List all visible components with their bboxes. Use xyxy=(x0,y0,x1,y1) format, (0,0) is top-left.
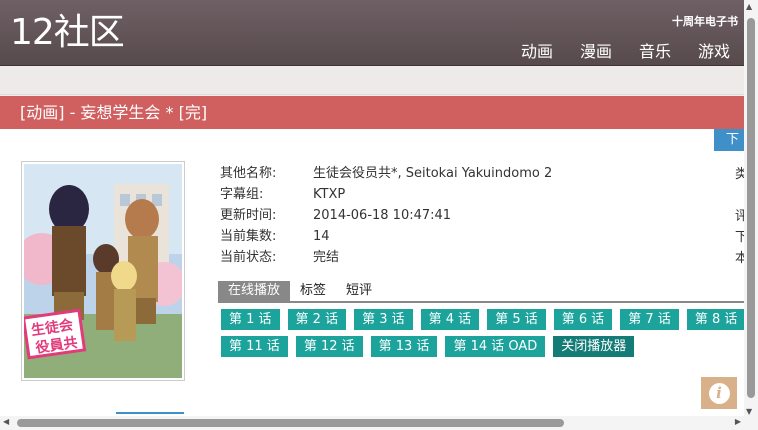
scroll-left-arrow-icon[interactable]: ◀ xyxy=(3,417,9,426)
nav-music[interactable]: 音乐 xyxy=(639,38,671,62)
page-title-bar: [动画] - 妄想学生会 * [完] xyxy=(0,96,744,129)
info-icon[interactable]: i xyxy=(701,377,737,409)
main-nav: 动画 漫画 音乐 游戏 xyxy=(521,38,730,62)
site-logo[interactable]: 12社区 xyxy=(10,13,125,53)
poster-image: 生徒会 役員共 xyxy=(24,164,182,378)
episode-button[interactable]: 第 5 话 xyxy=(487,309,546,330)
detail-value: KTXP xyxy=(313,187,346,202)
scroll-up-arrow-icon[interactable]: ▲ xyxy=(746,2,752,11)
vertical-scroll-thumb[interactable] xyxy=(747,18,755,398)
blue-underline xyxy=(116,412,184,414)
detail-value: 生徒会役员共*, Seitokai Yakuindomo 2 xyxy=(313,166,553,181)
episode-button[interactable]: 第 13 话 xyxy=(370,336,438,357)
detail-value: 2014-06-18 10:47:41 xyxy=(313,208,452,223)
page-title: [动画] - 妄想学生会 * [完] xyxy=(20,103,208,122)
detail-value: 14 xyxy=(313,229,330,244)
detail-label: 当前集数: xyxy=(220,229,277,244)
horizontal-scroll-thumb[interactable] xyxy=(17,419,564,427)
sub-strip xyxy=(0,66,744,95)
episode-button[interactable]: 第 4 话 xyxy=(420,309,480,330)
site-header: 12社区 十周年电子书 动画 漫画 音乐 游戏 xyxy=(0,0,744,66)
tab-tags[interactable]: 标签 xyxy=(290,281,336,301)
download-button[interactable]: 下 xyxy=(714,129,744,151)
detail-label: 其他名称: xyxy=(220,166,277,181)
episode-button[interactable]: 第 8 话 xyxy=(686,309,746,330)
episode-row: 第 1 话 第 2 话 第 3 话 第 4 话 第 5 话 第 6 话 第 7 … xyxy=(221,309,751,330)
detail-label: 当前状态: xyxy=(220,250,277,265)
nav-anime[interactable]: 动画 xyxy=(521,38,553,62)
detail-row: 当前集数: 14 xyxy=(220,226,552,247)
episode-button[interactable]: 第 1 话 xyxy=(221,309,280,330)
nav-manga[interactable]: 漫画 xyxy=(580,38,612,62)
detail-tabs: 在线播放 标签 短评 xyxy=(218,281,744,303)
detail-row: 字幕组: KTXP xyxy=(220,184,552,205)
detail-row: 其他名称: 生徒会役员共*, Seitokai Yakuindomo 2 xyxy=(220,163,552,184)
info-glyph: i xyxy=(708,382,730,404)
anime-details: 其他名称: 生徒会役员共*, Seitokai Yakuindomo 2 字幕组… xyxy=(220,163,552,268)
episode-row: 第 11 话 第 12 话 第 13 话 第 14 话 OAD 关闭播放器 xyxy=(221,336,751,357)
episode-button[interactable]: 第 11 话 xyxy=(221,336,288,357)
episode-button[interactable]: 第 2 话 xyxy=(287,309,347,330)
tab-short-reviews[interactable]: 短评 xyxy=(336,281,382,301)
tab-online-play[interactable]: 在线播放 xyxy=(218,281,291,301)
episode-button[interactable]: 第 6 话 xyxy=(553,309,613,330)
episode-list: 第 1 话 第 2 话 第 3 话 第 4 话 第 5 话 第 6 话 第 7 … xyxy=(221,309,751,363)
episode-button[interactable]: 第 14 话 OAD xyxy=(445,336,546,357)
ebook-link[interactable]: 十周年电子书 xyxy=(672,13,738,29)
detail-label: 更新时间: xyxy=(220,208,277,223)
detail-row: 更新时间: 2014-06-18 10:47:41 xyxy=(220,205,552,226)
episode-button[interactable]: 第 12 话 xyxy=(295,336,363,357)
horizontal-scrollbar[interactable]: ◀ ▶ xyxy=(0,416,744,430)
content-panel: 下 生徒会 役員共 其他名称: 生徒会役员共*, Seitokai Yakuin… xyxy=(0,129,748,416)
episode-button[interactable]: 第 7 话 xyxy=(620,309,679,330)
scroll-right-arrow-icon[interactable]: ▶ xyxy=(735,417,741,426)
anime-poster[interactable]: 生徒会 役員共 xyxy=(21,161,185,381)
detail-value: 完结 xyxy=(313,250,340,265)
vertical-scrollbar[interactable]: ▲ ▼ xyxy=(744,0,758,430)
close-player-button[interactable]: 关闭播放器 xyxy=(553,336,635,357)
detail-label: 字幕组: xyxy=(220,187,264,202)
detail-row: 当前状态: 完结 xyxy=(220,247,552,268)
scroll-down-arrow-icon[interactable]: ▼ xyxy=(746,407,752,416)
nav-games[interactable]: 游戏 xyxy=(698,38,730,62)
episode-button[interactable]: 第 3 话 xyxy=(354,309,413,330)
